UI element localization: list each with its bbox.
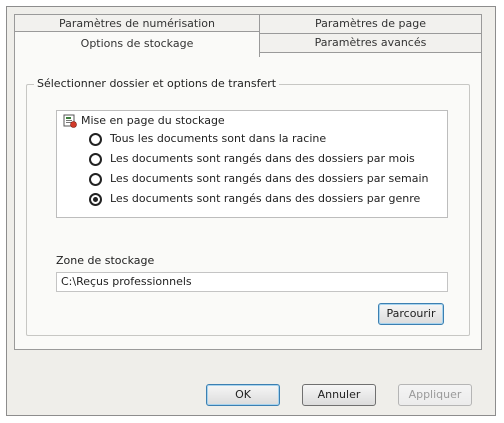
group-title: Sélectionner dossier et options de trans… [34,77,280,90]
radio-button[interactable] [89,132,102,146]
radio-label: Les documents sont rangés dans des dossi… [110,192,421,205]
browse-button[interactable]: Parcourir [378,303,444,325]
radio-label: Les documents sont rangés dans des dossi… [110,152,415,165]
storage-path-field[interactable]: C:\Reçus professionnels [56,272,448,292]
apply-button[interactable]: Appliquer [398,384,472,406]
radio-button-checked[interactable] [89,192,102,206]
storage-layout-tree: Mise en page du stockage Tous les docume… [56,110,448,218]
radio-label: Les documents sont rangés dans des dossi… [110,172,429,185]
radio-button[interactable] [89,172,102,186]
radio-option-week[interactable]: Les documents sont rangés dans des dossi… [89,170,428,187]
tab-storage-options[interactable]: Options de stockage [14,31,260,57]
tab-advanced-settings[interactable]: Paramètres avancés [259,33,482,53]
cancel-button[interactable]: Annuler [302,384,376,406]
tab-page-settings[interactable]: Paramètres de page [259,14,482,34]
radio-option-root[interactable]: Tous les documents sont dans la racine [89,130,326,147]
radio-option-genre[interactable]: Les documents sont rangés dans des dossi… [89,190,420,207]
radio-option-month[interactable]: Les documents sont rangés dans des dossi… [89,150,415,167]
radio-label: Tous les documents sont dans la racine [110,132,327,145]
ok-button[interactable]: OK [206,384,280,406]
tree-root-item[interactable]: Mise en page du stockage [63,113,225,129]
storage-layout-icon [63,114,77,128]
radio-button[interactable] [89,152,102,166]
tree-root-label: Mise en page du stockage [81,114,225,127]
storage-zone-label: Zone de stockage [56,254,155,267]
